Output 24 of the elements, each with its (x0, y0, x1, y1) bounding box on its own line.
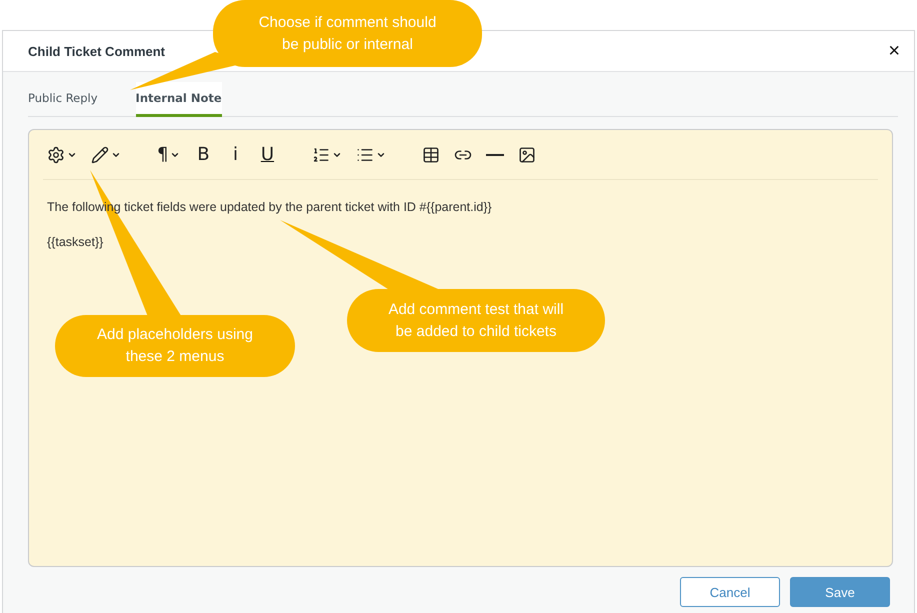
table-icon (422, 146, 440, 164)
tab[interactable]: Public Reply (28, 82, 98, 117)
toolbar-button[interactable]: U (258, 144, 276, 165)
numbered-list-button[interactable] (312, 146, 342, 164)
toolbar-button[interactable]: B (194, 144, 212, 165)
image-icon (518, 146, 536, 164)
close-button[interactable]: × (884, 40, 904, 62)
horizontal-line-icon (486, 154, 504, 156)
settings-icon (47, 146, 65, 164)
comment-text: {{taskset}} (47, 235, 104, 249)
table-button[interactable] (422, 146, 440, 164)
horizontal-line-button[interactable] (486, 154, 504, 156)
callout: Add placeholders using these 2 menus (55, 315, 295, 377)
dialog-title: Child Ticket Comment (28, 44, 166, 58)
image-button[interactable] (518, 146, 536, 164)
settings-button[interactable] (47, 146, 77, 164)
toolbar-button[interactable]: ¶ (157, 144, 180, 165)
callout: Add comment test that will be added to child tickets (347, 289, 605, 352)
cancel-button[interactable]: Cancel (680, 577, 780, 607)
tab[interactable]: Internal Note (136, 82, 222, 117)
pencil-button[interactable] (91, 146, 121, 164)
toolbar-button[interactable]: i (226, 144, 244, 165)
pencil-icon (91, 146, 109, 164)
numbered-list-icon (312, 146, 330, 164)
